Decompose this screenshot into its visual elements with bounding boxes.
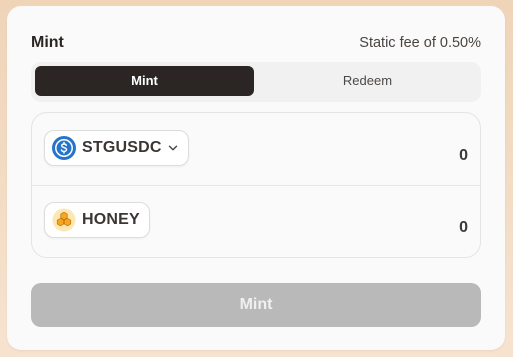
output-token-symbol: HONEY (82, 211, 140, 228)
output-token-display: HONEY (44, 202, 150, 238)
usdc-icon (52, 136, 76, 160)
honey-icon (52, 208, 76, 232)
input-token-selector[interactable]: STGUSDC (44, 130, 189, 166)
tab-mint[interactable]: Mint (35, 66, 254, 96)
fee-label: Static fee of 0.50% (359, 35, 481, 51)
input-amount[interactable]: 0 (459, 147, 468, 165)
chevron-down-icon (168, 145, 177, 151)
card-header: Mint Static fee of 0.50% (31, 32, 481, 56)
output-amount: 0 (459, 219, 468, 236)
tab-redeem[interactable]: Redeem (258, 66, 477, 96)
panel-divider (32, 185, 480, 186)
mint-button[interactable]: Mint (31, 283, 481, 327)
card-title: Mint (31, 34, 64, 51)
input-token-symbol: STGUSDC (82, 139, 162, 156)
mint-card: Mint Static fee of 0.50% Mint Redeem STG… (7, 6, 505, 350)
mint-redeem-tabs: Mint Redeem (31, 62, 481, 102)
swap-panel: STGUSDC 0 HONEY 0 (31, 112, 481, 258)
